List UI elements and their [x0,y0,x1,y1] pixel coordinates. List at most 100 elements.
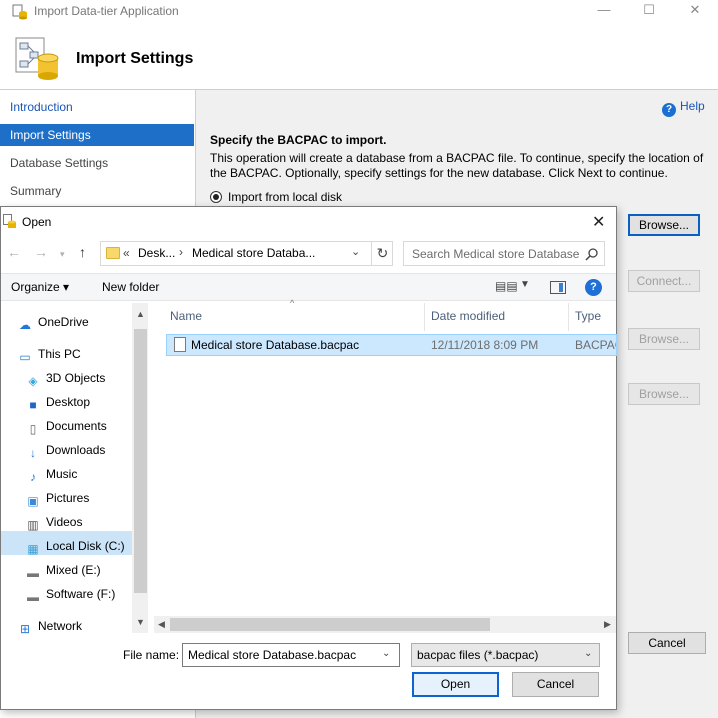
search-input[interactable]: Search Medical store Database [403,241,605,266]
column-divider[interactable] [568,303,569,331]
view-dropdown-icon[interactable]: ▼ [520,279,530,290]
scroll-left-icon[interactable]: ◀ [158,619,165,630]
file-row[interactable]: Medical store Database.bacpac 12/11/2018… [166,334,617,356]
tree-item-local-disk-c[interactable]: ▦ Local Disk (C:) [25,539,125,559]
dialog-title: Open [22,215,52,229]
tree-scrollbar[interactable]: ▲ ▼ [132,303,148,633]
tree-item-downloads[interactable]: ↓ Downloads [25,443,105,463]
help-link[interactable]: ? Help [662,99,705,117]
sort-ascending-icon: ^ [290,298,295,308]
list-horizontal-scrollbar[interactable]: ◀ ▶ [154,616,616,633]
tree-item-label: Pictures [46,491,90,505]
browse-button[interactable]: Browse... [628,214,700,236]
cloud-icon: ☁ [19,318,31,332]
nav-introduction[interactable]: Introduction [0,96,194,118]
view-options-icon[interactable]: ▤▤ [495,279,518,293]
tree-item-mixed-e[interactable]: ▬ Mixed (E:) [25,563,101,583]
address-bar[interactable]: « Desk... › Medical store Databa... ⌄ ↻ [100,241,393,266]
file-name-value: Medical store Database.bacpac [188,648,357,662]
breadcrumb-chevron-icon[interactable]: › [179,245,183,259]
breadcrumb-desktop[interactable]: Desk... [138,246,175,260]
minimize-icon[interactable]: — [594,2,614,20]
wizard-titlebar: Import Data-tier Application — ☐ ✕ [0,0,718,24]
tree-item-label: This PC [38,347,81,361]
scroll-down-icon[interactable]: ▼ [136,617,145,627]
close-icon[interactable]: ✕ [685,2,705,20]
help-icon: ? [662,103,676,117]
file-name-input[interactable]: Medical store Database.bacpac ⌄ [182,643,400,667]
connect-button[interactable]: Connect... [628,270,700,292]
file-date: 12/11/2018 8:09 PM [431,338,539,352]
desktop-icon: ■ [29,398,37,412]
dialog-close-icon[interactable]: ✕ [592,212,605,232]
tree-item-music[interactable]: ♪ Music [25,467,77,487]
tree-item-this-pc[interactable]: ▭ This PC [17,347,81,367]
tree-item-pictures[interactable]: ▣ Pictures [25,491,89,511]
organize-menu[interactable]: Organize ▾ [11,280,69,294]
scroll-right-icon[interactable]: ▶ [604,619,611,630]
tree-item-label: Music [46,467,78,481]
music-icon: ♪ [30,470,36,484]
tree-item-label: Local Disk (C:) [46,539,125,553]
open-button[interactable]: Open [412,672,499,697]
file-type-dropdown-icon[interactable]: ⌄ [584,648,592,659]
column-header-name[interactable]: Name [170,309,202,323]
column-divider[interactable] [424,303,425,331]
breadcrumb-overflow[interactable]: « [123,246,130,260]
drive-icon: ▬ [27,566,39,580]
column-header-type[interactable]: Type [575,309,601,323]
column-header-date[interactable]: Date modified [431,309,505,323]
tree-item-label: Desktop [46,395,91,409]
wizard-page-title: Import Settings [76,50,194,67]
scroll-up-icon[interactable]: ▲ [136,309,145,319]
download-icon: ↓ [30,446,36,460]
file-type: BACPAC [575,338,616,352]
list-scroll-thumb[interactable] [170,618,490,631]
tree-scroll-thumb[interactable] [134,329,147,593]
tree-item-network[interactable]: ⊞ Network [17,619,82,639]
file-icon [174,337,186,352]
back-arrow-icon[interactable]: ← [7,244,21,260]
browse-button-2[interactable]: Browse... [628,328,700,350]
search-icon [585,248,598,261]
maximize-icon[interactable]: ☐ [639,2,659,20]
import-local-disk-radio[interactable]: Import from local disk [210,190,342,204]
help-label: Help [680,99,705,113]
tree-item-desktop[interactable]: ■ Desktop [25,395,90,415]
document-icon: ▯ [29,422,37,436]
search-placeholder: Search Medical store Database [412,247,580,261]
nav-import-settings[interactable]: Import Settings [0,124,194,146]
recent-locations-icon[interactable]: ▾ [60,249,65,260]
import-database-icon [15,37,59,80]
tree-item-videos[interactable]: ▥ Videos [25,515,82,535]
nav-summary[interactable]: Summary [0,180,194,202]
up-arrow-icon[interactable]: ↑ [79,244,86,260]
tree-item-software-f[interactable]: ▬ Software (F:) [25,587,115,607]
breadcrumb-current-folder[interactable]: Medical store Databa... [192,246,315,260]
preview-pane-icon[interactable] [550,281,566,294]
address-dropdown-icon[interactable]: ⌄ [351,245,360,258]
tree-item-documents[interactable]: ▯ Documents [25,419,107,439]
dialog-app-icon [3,214,16,228]
file-type-value: bacpac files (*.bacpac) [417,648,539,662]
tree-item-label: Downloads [46,443,106,457]
nav-database-settings[interactable]: Database Settings [0,152,194,174]
navigation-tree: ☁ OneDrive ▭ This PC ◈ 3D Objects ■ Desktop … [1,303,149,636]
file-name: Medical store Database.bacpac [191,338,360,352]
refresh-icon[interactable]: ↻ [371,242,393,265]
disk-icon: ▦ [27,542,39,556]
import-heading: Specify the BACPAC to import. [210,133,387,147]
new-folder-button[interactable]: New folder [102,280,159,294]
tree-item-label: Mixed (E:) [46,563,101,577]
file-name-dropdown-icon[interactable]: ⌄ [382,648,390,659]
file-type-select[interactable]: bacpac files (*.bacpac) ⌄ [411,643,600,667]
database-app-icon [12,4,27,20]
dialog-help-icon[interactable]: ? [585,279,602,296]
drive-icon: ▬ [27,590,39,604]
tree-item-3d-objects[interactable]: ◈ 3D Objects [25,371,105,391]
browse-button-3[interactable]: Browse... [628,383,700,405]
wizard-cancel-button[interactable]: Cancel [628,632,706,654]
dialog-cancel-button[interactable]: Cancel [512,672,599,697]
tree-item-onedrive[interactable]: ☁ OneDrive [17,315,89,335]
forward-arrow-icon[interactable]: → [34,244,48,260]
